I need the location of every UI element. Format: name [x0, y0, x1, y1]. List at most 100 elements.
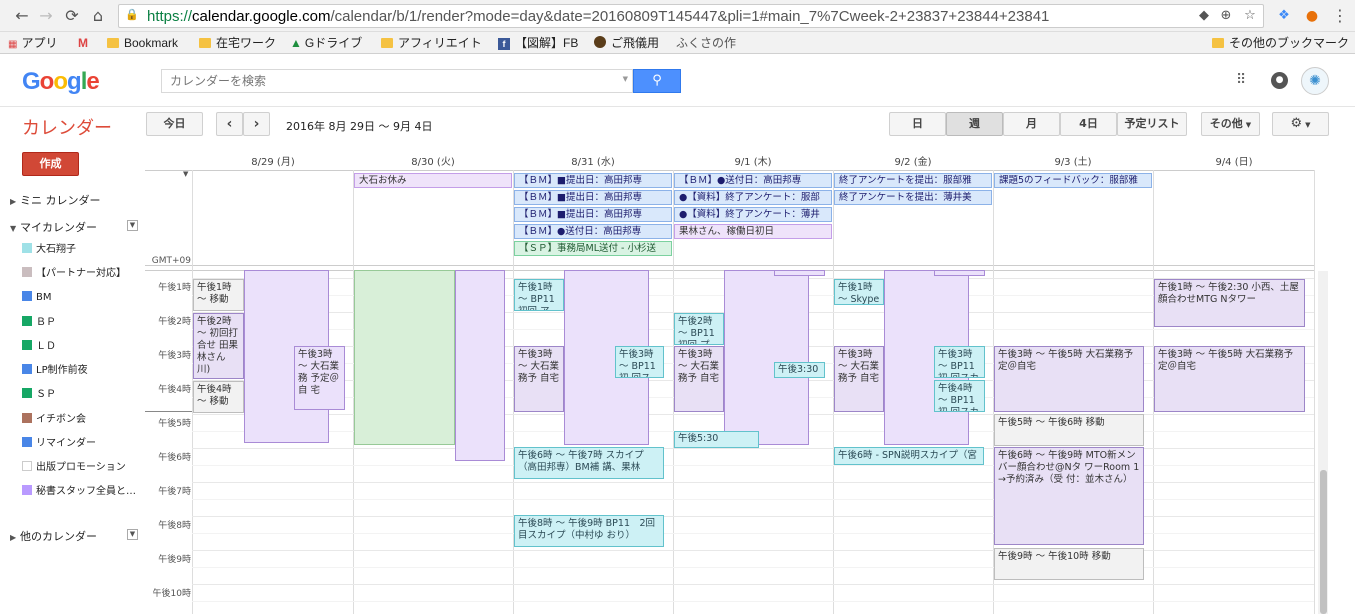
dropbox-icon[interactable]: ❖ [1274, 6, 1294, 26]
allday-event[interactable]: 果林さん、稼働日初日 [674, 224, 832, 239]
calendar-event[interactable] [724, 270, 809, 445]
next-button[interactable]: › [243, 112, 270, 136]
day-header[interactable]: 9/2 (金) [833, 153, 993, 169]
my-calendars-toggle[interactable]: ▼ マイカレンダー [10, 219, 97, 235]
calendar-event[interactable]: 午後3時 ～ BP11 初 回スカイ [934, 346, 985, 378]
bookmark-fb[interactable]: f 【図解】FB [498, 35, 578, 51]
search-button[interactable]: ⚲ [633, 69, 681, 93]
calendar-item[interactable]: ＳＰ [22, 387, 140, 403]
allday-event[interactable]: 【ＢＭ】■提出日：高田邦専 [514, 190, 672, 205]
calendar-event[interactable]: 午後1時 ～ Skypeコン [834, 279, 884, 305]
scrollbar-thumb[interactable] [1320, 470, 1327, 614]
calendar-item[interactable]: 秘書スタッフ全員と… [22, 484, 140, 500]
menu-icon[interactable]: ⋮ [1330, 6, 1350, 26]
bookmark-folder-affiliate[interactable]: アフィリエイト [381, 35, 482, 51]
bookmark-other[interactable]: その他のブックマーク [1212, 35, 1349, 51]
bookmark-fukusa[interactable]: ふくさの作 [676, 35, 736, 51]
calendar-event[interactable]: 午後6時 - SPN説明スカイプ（宮 [834, 447, 984, 465]
calendar-event[interactable] [934, 270, 985, 276]
settings-button[interactable]: ⚙ ▼ [1272, 112, 1329, 136]
calendar-event[interactable]: 午後3時 ～ 午後5時 大石業務予定＠自宅 [994, 346, 1144, 412]
notifications-icon[interactable]: ● [1271, 72, 1288, 89]
calendar-event[interactable]: 午後1時 ～ 移動 [193, 279, 244, 311]
search-field[interactable]: ▼ [161, 69, 633, 93]
calendar-event[interactable]: 午後2時 ～ BP11 初回 プ（小浅旦 [674, 313, 724, 345]
prev-button[interactable]: ‹ [216, 112, 243, 136]
view-day-button[interactable]: 日 [889, 112, 946, 136]
allday-event[interactable]: 終了アンケートを提出：服部雅 [834, 173, 992, 188]
bookmark-folder-zaitaku[interactable]: 在宅ワーク [199, 35, 276, 51]
bookmark-site[interactable]: ご飛儀用 [594, 35, 659, 51]
day-header[interactable]: 8/30 (火) [353, 153, 513, 169]
view-week-button[interactable]: 週 [946, 112, 1003, 136]
allday-event[interactable]: 大石お休み [354, 173, 512, 188]
calendar-event[interactable]: 午後3:30 [774, 362, 825, 378]
calendar-event[interactable]: 午後3時 ～ BP11 初 回スカイ [615, 346, 664, 378]
allday-event[interactable]: 【ＢＭ】●送付日：高田邦専 [514, 224, 672, 239]
my-calendars-menu-icon[interactable]: ▼ [127, 220, 138, 231]
allday-event[interactable]: 【ＢＭ】■提出日：高田邦専 [514, 173, 672, 188]
calendar-event[interactable]: 午後3時 ～ 大石業務予 自宅 [834, 346, 884, 412]
view-4day-button[interactable]: 4日 [1060, 112, 1117, 136]
calendar-event[interactable]: 午後3時 ～ 大石業務予 自宅 [674, 346, 724, 412]
calendar-item[interactable]: 【パートナー対応】 [22, 266, 140, 282]
mini-calendar-toggle[interactable]: ▶ ミニ カレンダー [10, 192, 101, 208]
dropdown-caret-icon[interactable]: ▼ [623, 75, 628, 83]
allday-event[interactable]: ●【資料】終了アンケート：薄井 [674, 207, 832, 222]
calendar-event[interactable]: 午後1時 ～ BP11 初回 ア（米田ア [514, 279, 564, 311]
bookmark-gmail[interactable]: M [78, 35, 88, 51]
collapse-allday-icon[interactable]: ▼ [183, 170, 188, 178]
calendar-event[interactable] [455, 270, 505, 461]
calendar-event[interactable]: 午後1時 ～ 午後2:30 小西、土屋顔合わせMTG Nタワー [1154, 279, 1305, 327]
other-calendars-menu-icon[interactable]: ▼ [127, 529, 138, 540]
calendar-event[interactable] [774, 270, 825, 276]
calendar-event[interactable]: 午後3時 ～ 大石業務 予定＠自 宅 [294, 346, 345, 410]
bookmark-gdrive[interactable]: ▲ Gドライブ [290, 35, 362, 51]
allday-event[interactable]: 【ＢＭ】●送付日：高田邦専 [674, 173, 832, 188]
calendar-event[interactable]: 午後3時 ～ 大石業務予 自宅 [514, 346, 564, 412]
extension-icon[interactable]: ◆ [1195, 8, 1213, 26]
calendar-item[interactable]: リマインダー [22, 436, 140, 452]
calendar-item[interactable]: ＬＤ [22, 339, 140, 355]
profile-extension-icon[interactable]: ● [1302, 6, 1322, 26]
calendar-event[interactable]: 午後2時 ～ 初回打合せ 田果林さん 川) [193, 313, 244, 379]
apps-launcher-icon[interactable]: ⠿ [1236, 72, 1246, 88]
allday-event[interactable]: 終了アンケートを提出：薄井美 [834, 190, 992, 205]
calendar-event[interactable]: 午後4時 ～ BP11 初 回スカイ [934, 380, 985, 412]
calendar-item[interactable]: イチボン会 [22, 412, 140, 428]
day-header[interactable]: 9/4 (日) [1153, 153, 1315, 169]
home-icon[interactable]: ⌂ [88, 6, 108, 26]
allday-event[interactable]: ●【資料】終了アンケート：服部 [674, 190, 832, 205]
allday-event[interactable]: 【ＳＰ】事務局ML送付 - 小杉送 [514, 241, 672, 256]
address-bar[interactable]: 🔒 https://calendar.google.com/calendar/b… [118, 4, 1264, 28]
allday-event[interactable]: 【ＢＭ】■提出日：高田邦専 [514, 207, 672, 222]
calendar-item[interactable]: ＢＰ [22, 315, 140, 331]
calendar-event[interactable] [354, 270, 455, 445]
today-button[interactable]: 今日 [146, 112, 203, 136]
calendar-item[interactable]: 大石翔子 [22, 242, 140, 258]
zoom-icon[interactable]: ⊕ [1217, 8, 1235, 26]
bookmark-folder-bookmark[interactable]: Bookmark [107, 35, 178, 51]
calendar-event[interactable]: 午後5:30 [674, 431, 759, 448]
calendar-event[interactable]: 午後6時 ～ 午後7時 スカイプ（高田邦専）BM補 講、果林 [514, 447, 664, 479]
calendar-item[interactable]: BM [22, 290, 140, 306]
other-calendars-toggle[interactable]: ▶ 他のカレンダー [10, 528, 97, 544]
bookmark-apps[interactable]: ▦ アプリ [8, 35, 57, 51]
back-icon[interactable]: ← [12, 6, 32, 26]
allday-event[interactable]: 課題5のフィードバック：服部雅 [994, 173, 1152, 188]
view-agenda-button[interactable]: 予定リスト [1117, 112, 1187, 136]
calendar-item[interactable]: LP制作前夜 [22, 363, 140, 379]
calendar-event[interactable]: 午後8時 ～ 午後9時 BP11 2回目スカイプ（中村ゆ おり） [514, 515, 664, 547]
reload-icon[interactable]: ⟳ [62, 6, 82, 26]
search-input[interactable] [162, 70, 602, 92]
calendar-event[interactable]: 午後9時 ～ 午後10時 移動 [994, 548, 1144, 580]
calendar-event[interactable]: 午後6時 ～ 午後9時 MTO新メンバー顔合わせ@Nタ ワーRoom 1 →予約… [994, 447, 1144, 545]
create-button[interactable]: 作成 [22, 152, 79, 176]
calendar-event[interactable]: 午後3時 ～ 午後5時 大石業務予定＠自宅 [1154, 346, 1305, 412]
day-header[interactable]: 9/3 (土) [993, 153, 1153, 169]
forward-icon[interactable]: → [36, 6, 56, 26]
star-icon[interactable]: ☆ [1241, 8, 1259, 26]
day-header[interactable]: 9/1 (木) [673, 153, 833, 169]
day-header[interactable]: 8/31 (水) [513, 153, 673, 169]
google-logo[interactable]: Google [22, 68, 100, 96]
